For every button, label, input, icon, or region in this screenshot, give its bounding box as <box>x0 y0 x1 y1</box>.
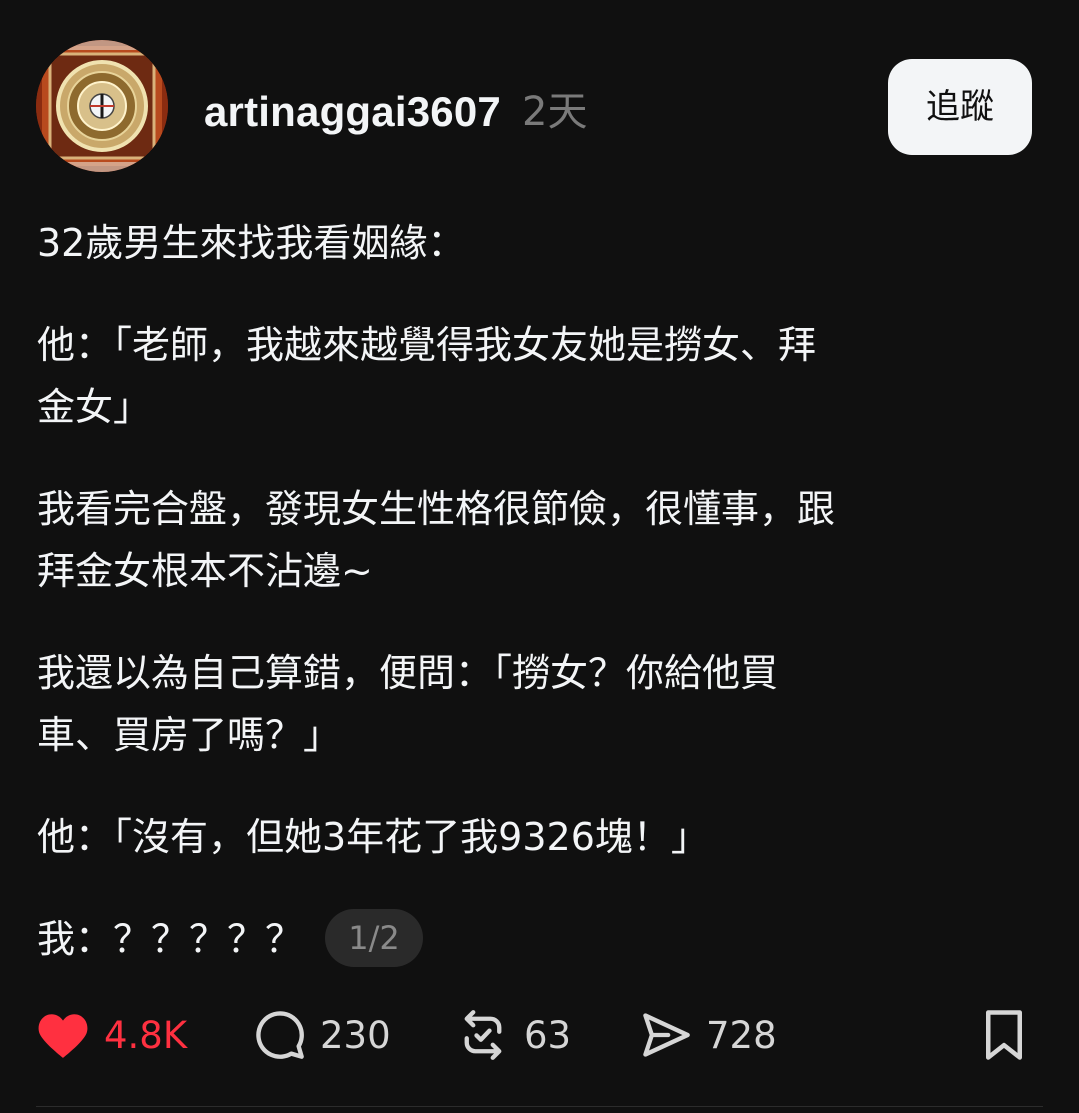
avatar[interactable] <box>36 40 168 172</box>
post-paragraph: 32歲男生來找我看姻緣： <box>37 221 466 265</box>
post-paragraph: 他：「老師，我越來越覺得我女友她是撈女、拜 金女」 <box>37 323 817 429</box>
post-last-paragraph: 我：？？？？？ 1/2 <box>37 908 1027 971</box>
post-body: 32歲男生來找我看姻緣： 他：「老師，我越來越覺得我女友她是撈女、拜 金女」 我… <box>37 212 1027 1011</box>
share-count: 728 <box>706 1013 777 1057</box>
share-button[interactable]: 728 <box>640 1000 777 1070</box>
heart-icon <box>38 1014 88 1058</box>
comment-bubble-icon <box>256 1011 304 1059</box>
post-paragraph: 我還以為自己算錯，便問：「撈女？你給他買 車、買房了嗎？」 <box>37 651 779 757</box>
save-button[interactable] <box>980 1000 1028 1070</box>
like-button[interactable]: 4.8K <box>36 1000 187 1070</box>
post-divider <box>36 1106 1043 1107</box>
post-paragraph: 他：「沒有，但她3年花了我9326塊！」 <box>37 815 709 859</box>
repost-button[interactable]: 63 <box>456 1000 571 1070</box>
post-paragraph: 我：？？？？？ <box>37 917 304 961</box>
repost-icon <box>464 1010 502 1060</box>
like-count: 4.8K <box>104 1013 188 1057</box>
bookmark-icon <box>986 1010 1022 1060</box>
repost-count: 63 <box>524 1013 572 1057</box>
page-indicator-badge: 1/2 <box>325 908 424 967</box>
post-time: 2天 <box>522 89 588 135</box>
share-send-icon <box>643 1013 690 1057</box>
post-header: artinaggai3607 2天 追蹤 <box>36 40 1036 174</box>
compass-avatar-image <box>36 40 168 172</box>
comment-button[interactable]: 230 <box>254 1000 391 1070</box>
username[interactable]: artinaggai3607 <box>204 86 501 138</box>
comment-count: 230 <box>320 1013 391 1057</box>
follow-button[interactable]: 追蹤 <box>888 59 1032 155</box>
action-bar: 4.8K 230 63 728 <box>36 1000 1036 1070</box>
post-paragraph: 我看完合盤，發現女生性格很節儉，很懂事，跟 拜金女根本不沾邊~ <box>37 487 836 593</box>
